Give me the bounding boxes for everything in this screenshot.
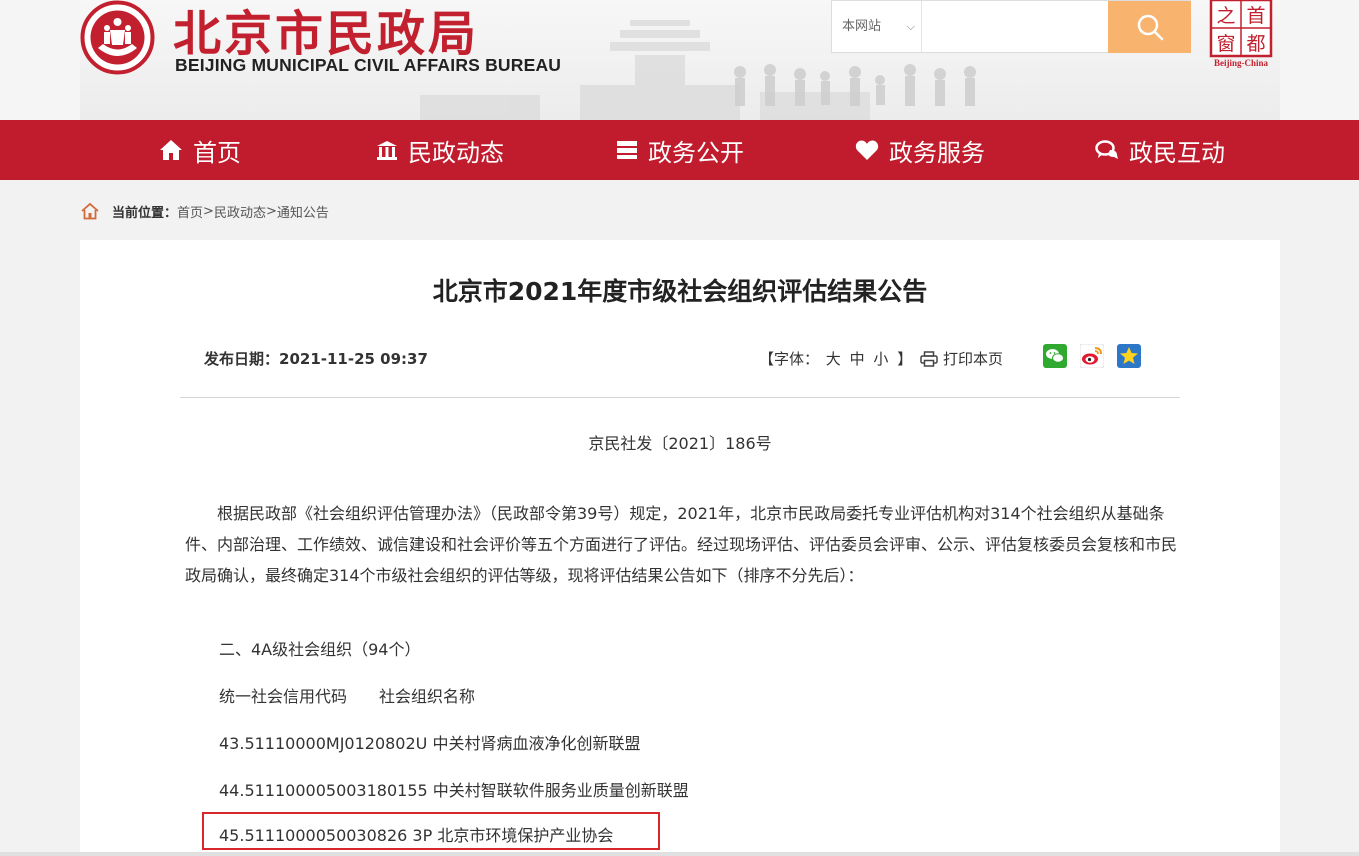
intro-paragraph: 根据民政部《社会组织评估管理办法》（民政部令第39号）规定，2021年，北京市民… xyxy=(185,504,1178,585)
search-scope-value: 本网站 xyxy=(842,19,882,34)
org-row: 43.51110000MJ0120802U 中关村肾病血液净化创新联盟 xyxy=(219,734,641,753)
breadcrumb-separator: > xyxy=(265,203,277,219)
share-icons xyxy=(1043,344,1141,368)
publish-date-value: 2021-11-25 09:37 xyxy=(279,350,428,368)
publish-date-label: 发布日期： xyxy=(204,350,280,368)
scroll-track xyxy=(0,852,1359,856)
article-container: 北京市2021年度市级社会组织评估结果公告 发布日期：2021-11-25 09… xyxy=(80,240,1280,856)
font-size-control: 【字体： 大 中 小 】 xyxy=(759,348,914,369)
svg-text:都: 都 xyxy=(1246,33,1265,55)
svg-text:之: 之 xyxy=(1216,5,1235,27)
nav-item-gov-open[interactable]: 政务公开 xyxy=(560,120,800,180)
section-heading: 二、4A级社会组织（94个） xyxy=(219,640,421,659)
nav-item-label: 政民互动 xyxy=(1129,138,1225,167)
document-number: 京民社发〔2021〕186号 xyxy=(588,434,772,453)
stack-icon xyxy=(617,141,637,159)
heart-icon xyxy=(855,140,879,160)
article-title: 北京市2021年度市级社会组织评估结果公告 xyxy=(432,277,928,306)
site-header: 北京市民政局 BEIJING MUNICIPAL CIVIL AFFAIRS B… xyxy=(0,0,1359,120)
print-label: 打印本页 xyxy=(943,350,1004,368)
font-size-close: 】 xyxy=(897,350,913,368)
printer-icon xyxy=(920,350,938,367)
org-row: 44.511100005003180155 中关村智联软件服务业质量创新联盟 xyxy=(219,781,689,800)
font-size-medium-button[interactable]: 中 xyxy=(850,350,865,368)
breadcrumb-link-civil-news[interactable]: 民政动态 xyxy=(214,202,266,221)
table-header: 统一社会信用代码 社会组织名称 xyxy=(219,687,476,706)
font-size-open: 【字体： xyxy=(759,350,820,368)
article-meta: 发布日期：2021-11-25 09:37 【字体： 大 中 小 】 打印本页 xyxy=(204,344,1144,372)
home-outline-icon xyxy=(81,202,99,220)
search-scope-select[interactable]: 本网站 ⌵ xyxy=(832,1,922,52)
stamp-caption: Beijing-China xyxy=(1213,58,1268,68)
brand-name-en: BEIJING MUNICIPAL CIVIL AFFAIRS BUREAU xyxy=(175,55,562,75)
breadcrumb-label: 当前位置： xyxy=(112,205,178,221)
search-button[interactable] xyxy=(1108,1,1191,53)
nav-item-label: 民政动态 xyxy=(408,138,504,167)
breadcrumb-link-notices[interactable]: 通知公告 xyxy=(277,202,329,221)
svg-text:首: 首 xyxy=(1246,5,1265,27)
nav-item-label: 政务服务 xyxy=(889,138,985,167)
print-page-button[interactable]: 打印本页 xyxy=(920,348,1003,369)
nav-item-interaction[interactable]: 政民互动 xyxy=(1040,120,1280,180)
search-input[interactable] xyxy=(922,1,1108,52)
chat-icon xyxy=(1095,140,1118,159)
nav-item-gov-service[interactable]: 政务服务 xyxy=(800,120,1040,180)
nav-item-home[interactable]: 首页 xyxy=(80,120,320,180)
publish-date: 发布日期：2021-11-25 09:37 xyxy=(204,348,428,369)
nav-item-label: 首页 xyxy=(193,138,241,167)
nav-item-civil-news[interactable]: 民政动态 xyxy=(320,120,560,180)
chevron-down-icon: ⌵ xyxy=(906,20,915,33)
svg-text:窗: 窗 xyxy=(1216,33,1235,55)
breadcrumb-link-home[interactable]: 首页 xyxy=(177,202,203,221)
building-icon xyxy=(377,141,397,160)
breadcrumb: 当前位置： 首页 > 民政动态 > 通知公告 xyxy=(80,200,329,222)
search-bar: 本网站 ⌵ xyxy=(831,0,1191,53)
search-icon xyxy=(1137,14,1163,41)
weibo-share-icon[interactable] xyxy=(1080,344,1104,368)
highlight-annotation-box xyxy=(202,812,660,850)
bureau-logo xyxy=(80,0,155,75)
nav-item-label: 政务公开 xyxy=(648,138,744,167)
breadcrumb-separator: > xyxy=(203,203,214,219)
favorite-star-icon[interactable] xyxy=(1117,344,1141,368)
main-nav: 首页 民政动态 政务公开 政务服务 政民互动 xyxy=(0,120,1359,180)
home-icon xyxy=(160,140,182,160)
meta-divider xyxy=(180,397,1180,398)
font-size-large-button[interactable]: 大 xyxy=(826,350,841,368)
wechat-share-icon[interactable] xyxy=(1043,344,1067,368)
font-size-small-button[interactable]: 小 xyxy=(873,350,888,368)
